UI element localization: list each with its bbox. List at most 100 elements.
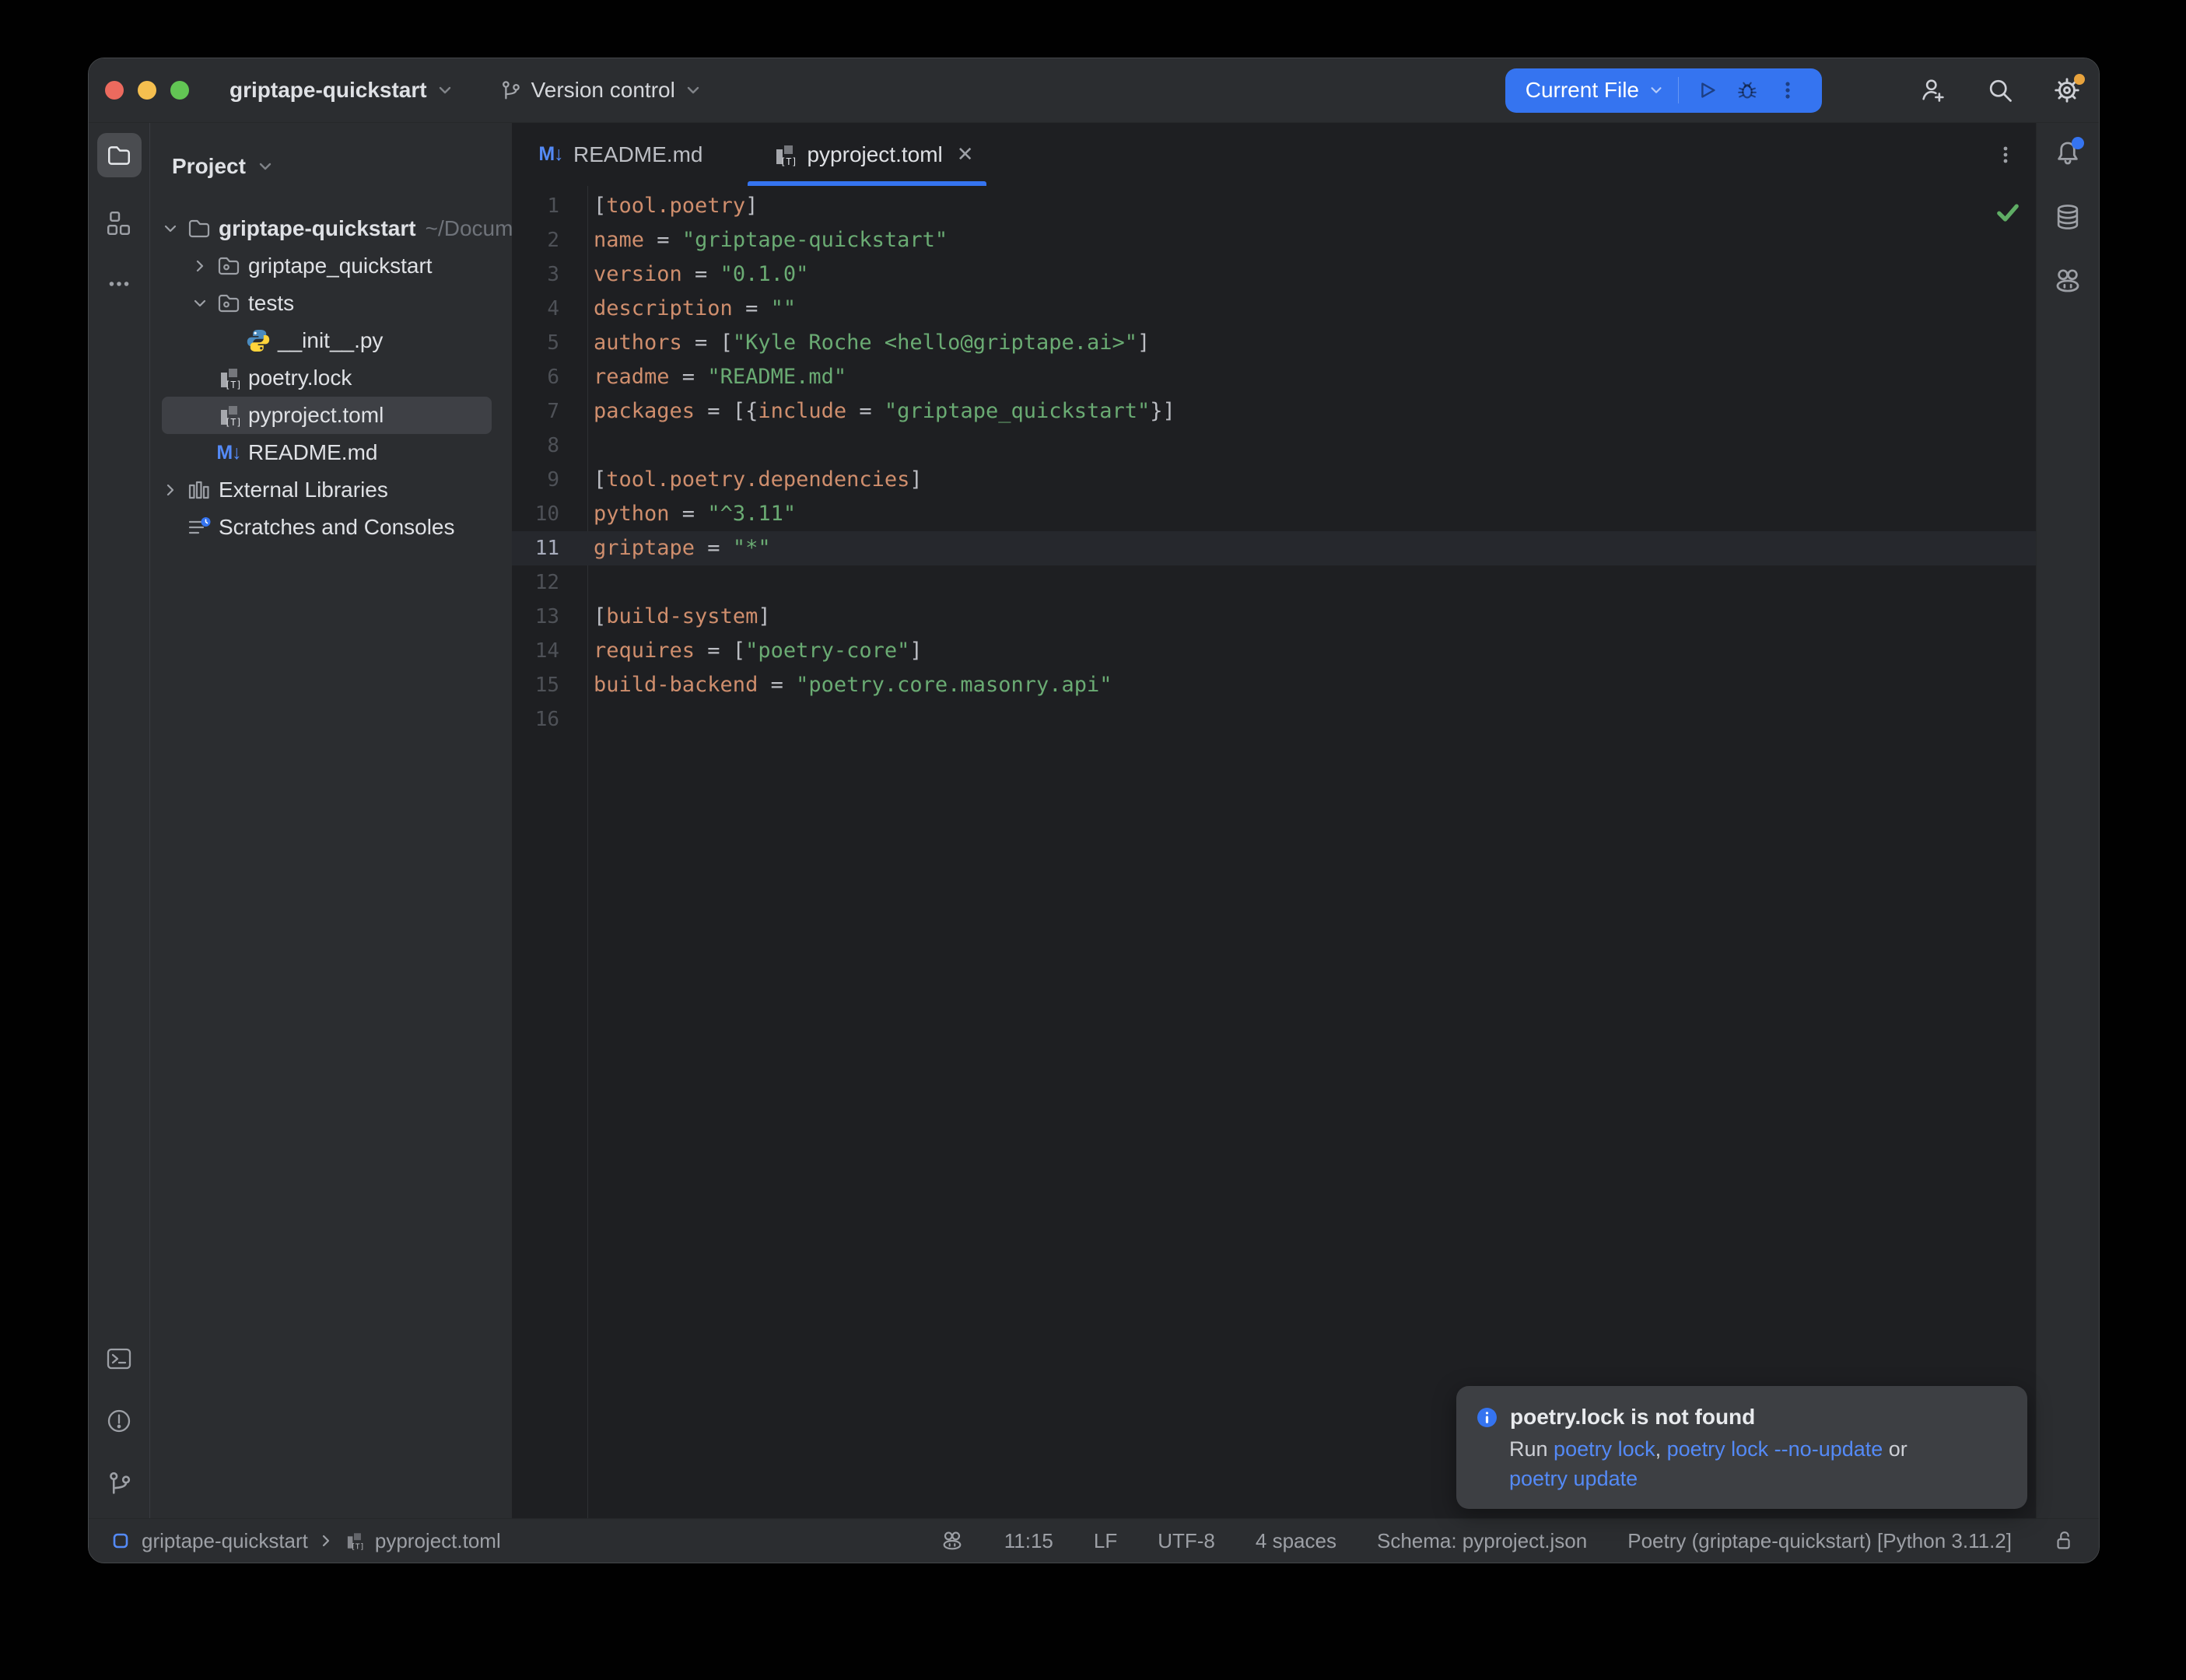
code-line-13[interactable]: 13 [build-system] (512, 600, 2036, 634)
vcs-label: Version control (531, 78, 675, 103)
vcs-widget[interactable]: Version control (499, 78, 702, 103)
code-line-4[interactable]: 4 description = "" (512, 292, 2036, 326)
status-schema[interactable]: Schema: pyproject.json (1377, 1529, 1587, 1553)
settings-gear-icon[interactable] (2052, 75, 2082, 105)
project-widget[interactable]: griptape-quickstart (229, 78, 454, 103)
line-number: 3 (512, 257, 587, 292)
git-branch-icon (499, 79, 522, 102)
code-line-14[interactable]: 14 requires = ["poetry-core"] (512, 634, 2036, 668)
titlebar-right: Current File (1505, 68, 2099, 113)
svg-text:[T]: [T] (225, 417, 241, 428)
run-button[interactable] (1687, 73, 1727, 107)
code-line-16[interactable]: 16 (512, 702, 2036, 737)
code-line-8[interactable]: 8 (512, 429, 2036, 463)
tree-item-external-libraries[interactable]: External Libraries (150, 471, 512, 509)
line-number: 14 (512, 634, 587, 668)
more-run-options-button[interactable] (1767, 73, 1808, 107)
tree-item-label: griptape_quickstart (248, 254, 433, 278)
chevron-right-icon[interactable] (186, 258, 214, 274)
close-window-button[interactable] (105, 81, 124, 100)
code-line-2[interactable]: 2 name = "griptape-quickstart" (512, 223, 2036, 257)
project-module-icon (110, 1531, 131, 1551)
notification-popup[interactable]: poetry.lock is not found Run poetry lock… (1456, 1386, 2027, 1509)
status-interpreter[interactable]: Poetry (griptape-quickstart) [Python 3.1… (1627, 1529, 2012, 1553)
screenshot-stage: griptape-quickstart Version control Curr… (0, 0, 2186, 1680)
code-line-3[interactable]: 3 version = "0.1.0" (512, 257, 2036, 292)
code-line-7[interactable]: 7 packages = [{include = "griptape_quick… (512, 394, 2036, 429)
title-bar: griptape-quickstart Version control Curr… (89, 58, 2099, 123)
project-panel-title: Project (172, 154, 246, 179)
chevron-down-icon[interactable] (156, 221, 184, 236)
chevron-down-icon (685, 82, 702, 99)
line-number: 15 (512, 668, 587, 702)
code-line-15[interactable]: 15 build-backend = "poetry.core.masonry.… (512, 668, 2036, 702)
tree-item-griptape-quickstart[interactable]: griptape-quickstart ~/Docume (150, 210, 512, 247)
unlocked-icon[interactable] (2052, 1529, 2076, 1552)
main-content: Project griptape-quickstart ~/Docume gri… (89, 123, 2099, 1518)
minimize-window-button[interactable] (138, 81, 156, 100)
close-tab-icon[interactable]: ✕ (957, 142, 974, 166)
debug-button[interactable] (1727, 73, 1767, 107)
notification-action-link[interactable]: poetry lock (1554, 1437, 1655, 1461)
code-line-11[interactable]: 11 griptape = "*" (512, 531, 2036, 565)
notification-action-link[interactable]: poetry update (1509, 1467, 1638, 1490)
tree-item-griptape-quickstart[interactable]: griptape_quickstart (150, 247, 512, 285)
chevron-down-icon[interactable] (186, 296, 214, 311)
tree-item-scratches-and-consoles[interactable]: Scratches and Consoles (150, 509, 512, 546)
project-tool-button[interactable] (97, 133, 142, 177)
chevron-right-icon[interactable] (156, 482, 184, 498)
line-number: 9 (512, 463, 587, 497)
problems-tool-button[interactable] (104, 1406, 134, 1436)
run-config-selector[interactable]: Current File (1526, 78, 1639, 103)
chevron-down-icon (1648, 82, 1664, 98)
breadcrumb-project[interactable]: griptape-quickstart (142, 1529, 308, 1553)
code-line-9[interactable]: 9 [tool.poetry.dependencies] (512, 463, 2036, 497)
search-everywhere-button[interactable] (1985, 75, 2015, 105)
ai-bot-status-icon[interactable] (941, 1529, 964, 1552)
divider (1678, 77, 1679, 103)
tree-item-tests[interactable]: tests (150, 285, 512, 322)
toml-icon: [T] (769, 142, 799, 167)
chevron-right-icon (319, 1534, 333, 1548)
toml-icon: [T] (214, 366, 243, 390)
structure-tool-button[interactable] (104, 208, 134, 238)
code-line-6[interactable]: 6 readme = "README.md" (512, 360, 2036, 394)
notification-title: poetry.lock is not found (1510, 1405, 1755, 1430)
terminal-tool-button[interactable] (104, 1344, 134, 1374)
tree-item-label: __init__.py (278, 328, 383, 353)
notifications-bell-icon[interactable] (2053, 138, 2083, 168)
status-caret-position[interactable]: 11:15 (1004, 1529, 1053, 1553)
notification-action-link[interactable]: poetry lock --no-update (1667, 1437, 1883, 1461)
tree-item-label: External Libraries (219, 478, 388, 502)
tab-options-kebab-icon[interactable] (1995, 145, 2016, 165)
line-number: 5 (512, 326, 587, 360)
tree-item-pyproject-toml[interactable]: [T] pyproject.toml (150, 397, 512, 434)
tab-pyproject-toml[interactable]: [T] pyproject.toml ✕ (748, 123, 986, 186)
code-line-10[interactable]: 10 python = "^3.11" (512, 497, 2036, 531)
editor-tab-bar: M↓ README.md [T] pyproject.toml ✕ (512, 123, 2036, 186)
more-tool-windows-button[interactable] (104, 269, 134, 299)
code-with-me-button[interactable] (1918, 75, 1948, 105)
tree-item-readme-md[interactable]: M↓ README.md (150, 434, 512, 471)
breadcrumb-file[interactable]: pyproject.toml (375, 1529, 501, 1553)
project-panel-header[interactable]: Project (150, 123, 512, 194)
code-line-5[interactable]: 5 authors = ["Kyle Roche <hello@griptape… (512, 326, 2036, 360)
ai-assistant-tool-button[interactable] (2053, 266, 2083, 296)
zoom-window-button[interactable] (170, 81, 189, 100)
tree-item--init-py[interactable]: __init__.py (150, 322, 512, 359)
code-line-12[interactable]: 12 (512, 565, 2036, 600)
git-tool-button[interactable] (104, 1468, 134, 1498)
chevron-down-icon (436, 82, 454, 99)
database-tool-button[interactable] (2053, 202, 2083, 232)
code-editor[interactable]: 1 [tool.poetry] 2 name = "griptape-quick… (512, 186, 2036, 1518)
status-bar: griptape-quickstart [T] pyproject.toml 1… (89, 1518, 2099, 1563)
status-line-ending[interactable]: LF (1094, 1529, 1117, 1553)
tree-item-poetry-lock[interactable]: [T] poetry.lock (150, 359, 512, 397)
status-indent-setting[interactable]: 4 spaces (1256, 1529, 1336, 1553)
line-number: 8 (512, 429, 587, 463)
project-panel: Project griptape-quickstart ~/Docume gri… (150, 123, 512, 1518)
tab-readme-md[interactable]: M↓ README.md (517, 123, 721, 186)
code-line-1[interactable]: 1 [tool.poetry] (512, 189, 2036, 223)
libraries-icon (184, 478, 214, 502)
status-encoding[interactable]: UTF-8 (1158, 1529, 1215, 1553)
